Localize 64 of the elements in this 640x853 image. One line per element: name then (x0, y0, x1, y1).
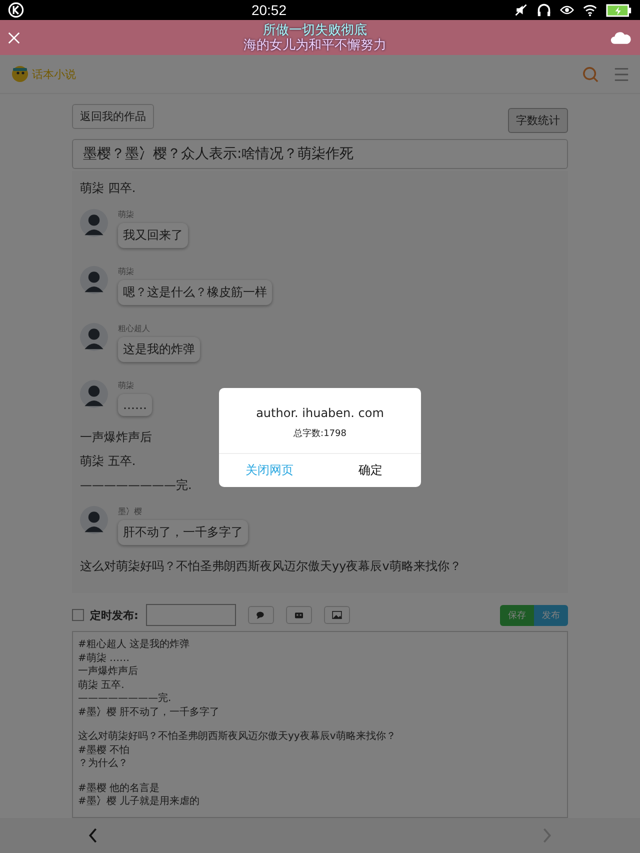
sender-name: 墨冫樱 (118, 506, 142, 517)
editor-line: #墨樱 他的名言是 (78, 782, 161, 795)
headphones-icon (536, 3, 551, 17)
banner-text: 所做一切失败彻底 (263, 22, 367, 38)
editor-line: #墨冫樱 儿子就是用来虐的 (78, 795, 201, 808)
schedule-time-field[interactable] (146, 604, 236, 626)
editor-line: ？为什么？ (78, 757, 129, 770)
sender-name: 萌柒 (118, 266, 134, 277)
chick-logo-icon (10, 64, 30, 84)
avatar-icon (80, 323, 108, 351)
ad-banner[interactable]: 所做一切失败彻底 海的女儿为和平不懈努力 (0, 20, 640, 55)
editor-line: 萌柒 五卒. (78, 678, 126, 692)
dialogue-button[interactable] (248, 606, 274, 624)
content-editor[interactable]: #粗心超人 这是我的炸弹 #萌柒 …… 一声爆炸声后 萌柒 五卒. ————————完. #墨冫樱 肝不动了，一千多字了 这么对萌柒好吗？不怕圣弗朗西斯夜风迈尔傲天yy夜幕辰v萌略来找你？ #墨樱 不怕 ？为什么？ #墨樱 他的名言是 #墨冫樱 儿子就是用来虐的 (72, 631, 568, 818)
story-text: ————————完. (80, 478, 192, 492)
message-bubble: 我又回来了 (118, 223, 188, 248)
dialog-message: 总字数:1798 (294, 428, 346, 440)
word-count-button[interactable]: 字数统计 (508, 108, 568, 133)
k-logo-icon (8, 2, 24, 18)
save-button[interactable]: 保存 (500, 604, 534, 626)
message-bubble: 嗯？这是什么？橡皮筋一样 (118, 280, 272, 305)
publish-button[interactable]: 发布 (534, 604, 568, 626)
avatar-icon (80, 209, 108, 237)
confirm-button[interactable]: 确定 (320, 454, 421, 487)
avatar-icon (80, 266, 108, 294)
image-icon (332, 611, 342, 619)
battery-icon (606, 4, 632, 16)
editor-line: #粗心超人 这是我的炸弹 (78, 638, 191, 652)
avatar-icon (80, 506, 108, 534)
title-field[interactable]: 墨樱？墨冫樱？众人表示:啥情况？萌柒作死 (72, 139, 568, 169)
character-button[interactable] (286, 606, 312, 624)
sender-name: 萌柒 (118, 380, 134, 391)
schedule-checkbox[interactable] (72, 609, 84, 621)
eye-icon (560, 3, 574, 17)
schedule-label: 定时发布: (90, 608, 138, 622)
sender-name: 萌柒 (118, 209, 134, 220)
wifi-icon (582, 3, 597, 17)
editor-line: 这么对萌柒好吗？不怕圣弗朗西斯夜风迈尔傲天yy夜幕辰v萌略来找你？ (78, 730, 397, 744)
robot-face-icon (294, 611, 304, 619)
story-text: 一声爆炸声后 (80, 430, 152, 444)
message-bubble: 这是我的炸弹 (118, 337, 200, 362)
avatar-icon (80, 380, 108, 408)
editor-line: 一声爆炸声后 (78, 665, 139, 678)
image-button[interactable] (324, 606, 350, 624)
story-text: 萌柒 四卒. (80, 181, 136, 195)
back-chevron-icon[interactable] (88, 828, 98, 843)
editor-line: #墨冫樱 肝不动了，一千多字了 (78, 706, 221, 719)
clock-time: 20:52 (251, 2, 287, 18)
close-page-button[interactable]: 关闭网页 (219, 454, 320, 487)
back-to-works-button[interactable]: 返回我的作品 (72, 104, 154, 129)
dialog-title: author. ihuaben. com (256, 406, 384, 420)
message-bubble: 肝不动了，一千多字了 (118, 520, 248, 545)
editor-line: #萌柒 …… (78, 652, 131, 665)
cloud-icon (610, 30, 632, 45)
sender-name: 粗心超人 (118, 323, 150, 334)
message-bubble: …… (118, 394, 152, 416)
story-text: 萌柒 五卒. (80, 454, 136, 468)
speech-bubble-icon (256, 611, 266, 619)
editor-line: #墨樱 不怕 (78, 744, 131, 757)
story-text: 这么对萌柒好吗？不怕圣弗朗西斯夜风迈尔傲天yy夜幕辰v萌略来找你？ (80, 559, 462, 573)
mute-icon (514, 3, 528, 17)
banner-text: 海的女儿为和平不懈努力 (244, 38, 386, 52)
close-icon[interactable] (8, 32, 20, 44)
editor-line: ————————完. (78, 692, 172, 706)
